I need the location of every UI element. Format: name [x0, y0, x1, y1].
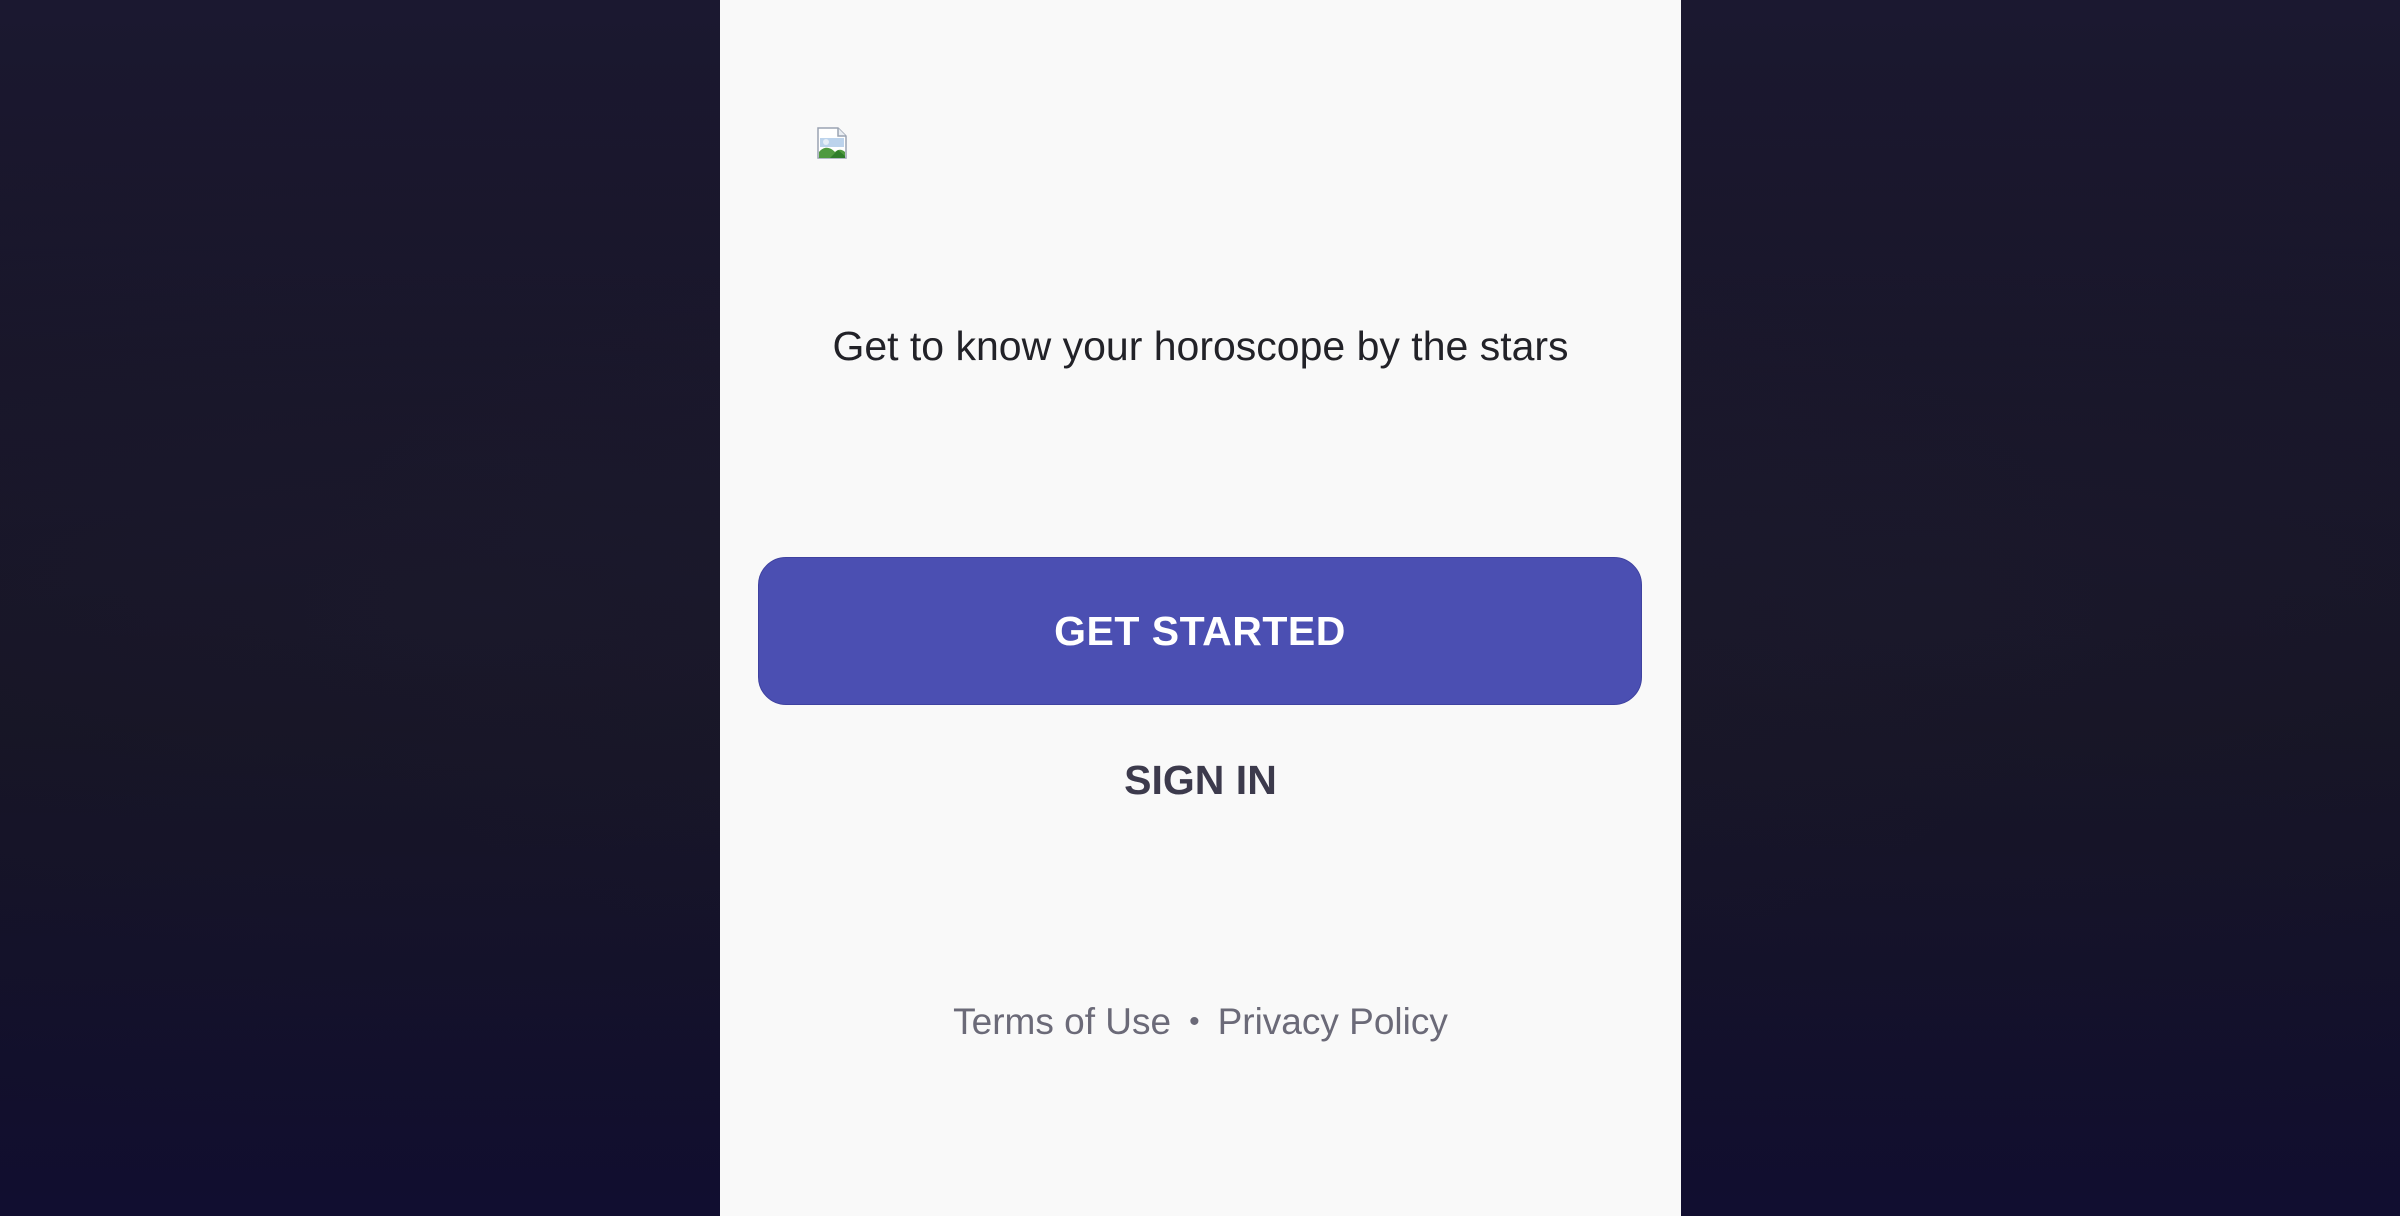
- sign-in-button[interactable]: SIGN IN: [720, 750, 1681, 810]
- link-separator: •: [1189, 1005, 1200, 1038]
- legal-links: Terms of Use • Privacy Policy: [720, 994, 1681, 1050]
- tagline: Get to know your horoscope by the stars: [832, 323, 1569, 369]
- privacy-policy-link[interactable]: Privacy Policy: [1218, 1001, 1448, 1043]
- onboarding-screen: Get to know your horoscope by the stars …: [720, 0, 1681, 1216]
- sign-in-label: SIGN IN: [1124, 756, 1277, 803]
- get-started-button[interactable]: GET STARTED: [758, 557, 1642, 705]
- broken-image-icon: [816, 126, 850, 160]
- terms-of-use-link[interactable]: Terms of Use: [953, 1001, 1171, 1043]
